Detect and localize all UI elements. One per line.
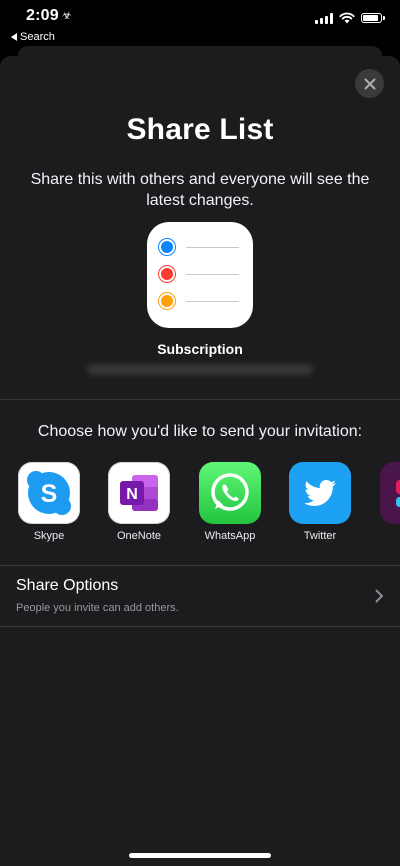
whatsapp-icon xyxy=(199,462,261,524)
app-slack[interactable]: S xyxy=(371,462,400,542)
app-twitter[interactable]: Twitter xyxy=(280,462,360,542)
close-icon xyxy=(364,78,375,89)
send-invitation-label: Choose how you'd like to send your invit… xyxy=(37,423,363,440)
red-dot-icon xyxy=(158,265,176,283)
cellular-signal-icon xyxy=(315,12,333,24)
svg-text:N: N xyxy=(126,486,138,503)
time-text: 2:09 xyxy=(26,7,59,24)
skype-icon: S xyxy=(18,462,80,524)
wifi-icon xyxy=(339,12,355,24)
battery-icon xyxy=(361,13,385,23)
share-apps-row[interactable]: S Skype N OneNote WhatsApp Twitter xyxy=(0,462,400,552)
blue-dot-icon xyxy=(158,238,176,256)
app-label: S xyxy=(371,530,400,542)
app-label: OneNote xyxy=(116,530,162,542)
app-onenote[interactable]: N OneNote xyxy=(99,462,179,542)
app-label: Twitter xyxy=(303,530,337,542)
status-bar: 2:09 ☣ Search xyxy=(0,0,400,46)
orange-dot-icon xyxy=(158,292,176,310)
onenote-icon: N xyxy=(108,462,170,524)
app-skype[interactable]: S Skype xyxy=(9,462,89,542)
list-name: Subscription xyxy=(157,341,243,357)
app-label: Skype xyxy=(33,530,65,542)
app-label: WhatsApp xyxy=(204,530,256,542)
divider xyxy=(0,626,400,627)
close-button[interactable] xyxy=(355,69,384,98)
location-icon: ☣ xyxy=(61,10,72,22)
sheet-title: Share List xyxy=(126,113,274,146)
back-arrow-icon xyxy=(11,33,17,41)
home-indicator[interactable] xyxy=(129,853,271,858)
reminders-list-icon xyxy=(147,222,253,328)
svg-text:S: S xyxy=(41,480,58,508)
blurred-email xyxy=(87,364,313,375)
sheet-description: Share this with others and everyone will… xyxy=(30,171,370,209)
share-options-title: Share Options xyxy=(16,577,119,594)
status-icons xyxy=(315,12,385,24)
list-row xyxy=(158,265,243,283)
twitter-icon xyxy=(289,462,351,524)
list-row xyxy=(158,238,243,256)
share-options-subtitle: People you invite can add others. xyxy=(16,602,179,614)
share-sheet: Share List Share this with others and ev… xyxy=(0,56,400,866)
back-to-app-link[interactable]: Search xyxy=(11,31,55,43)
share-options-row[interactable]: Share Options People you invite can add … xyxy=(0,566,400,626)
chevron-right-icon xyxy=(375,589,383,603)
app-whatsapp[interactable]: WhatsApp xyxy=(190,462,270,542)
slack-icon xyxy=(380,462,400,524)
status-time: 2:09 ☣ xyxy=(26,7,72,25)
back-to-app-label: Search xyxy=(20,31,55,43)
battery-level xyxy=(363,15,378,21)
list-row xyxy=(158,292,243,310)
divider xyxy=(0,399,400,400)
